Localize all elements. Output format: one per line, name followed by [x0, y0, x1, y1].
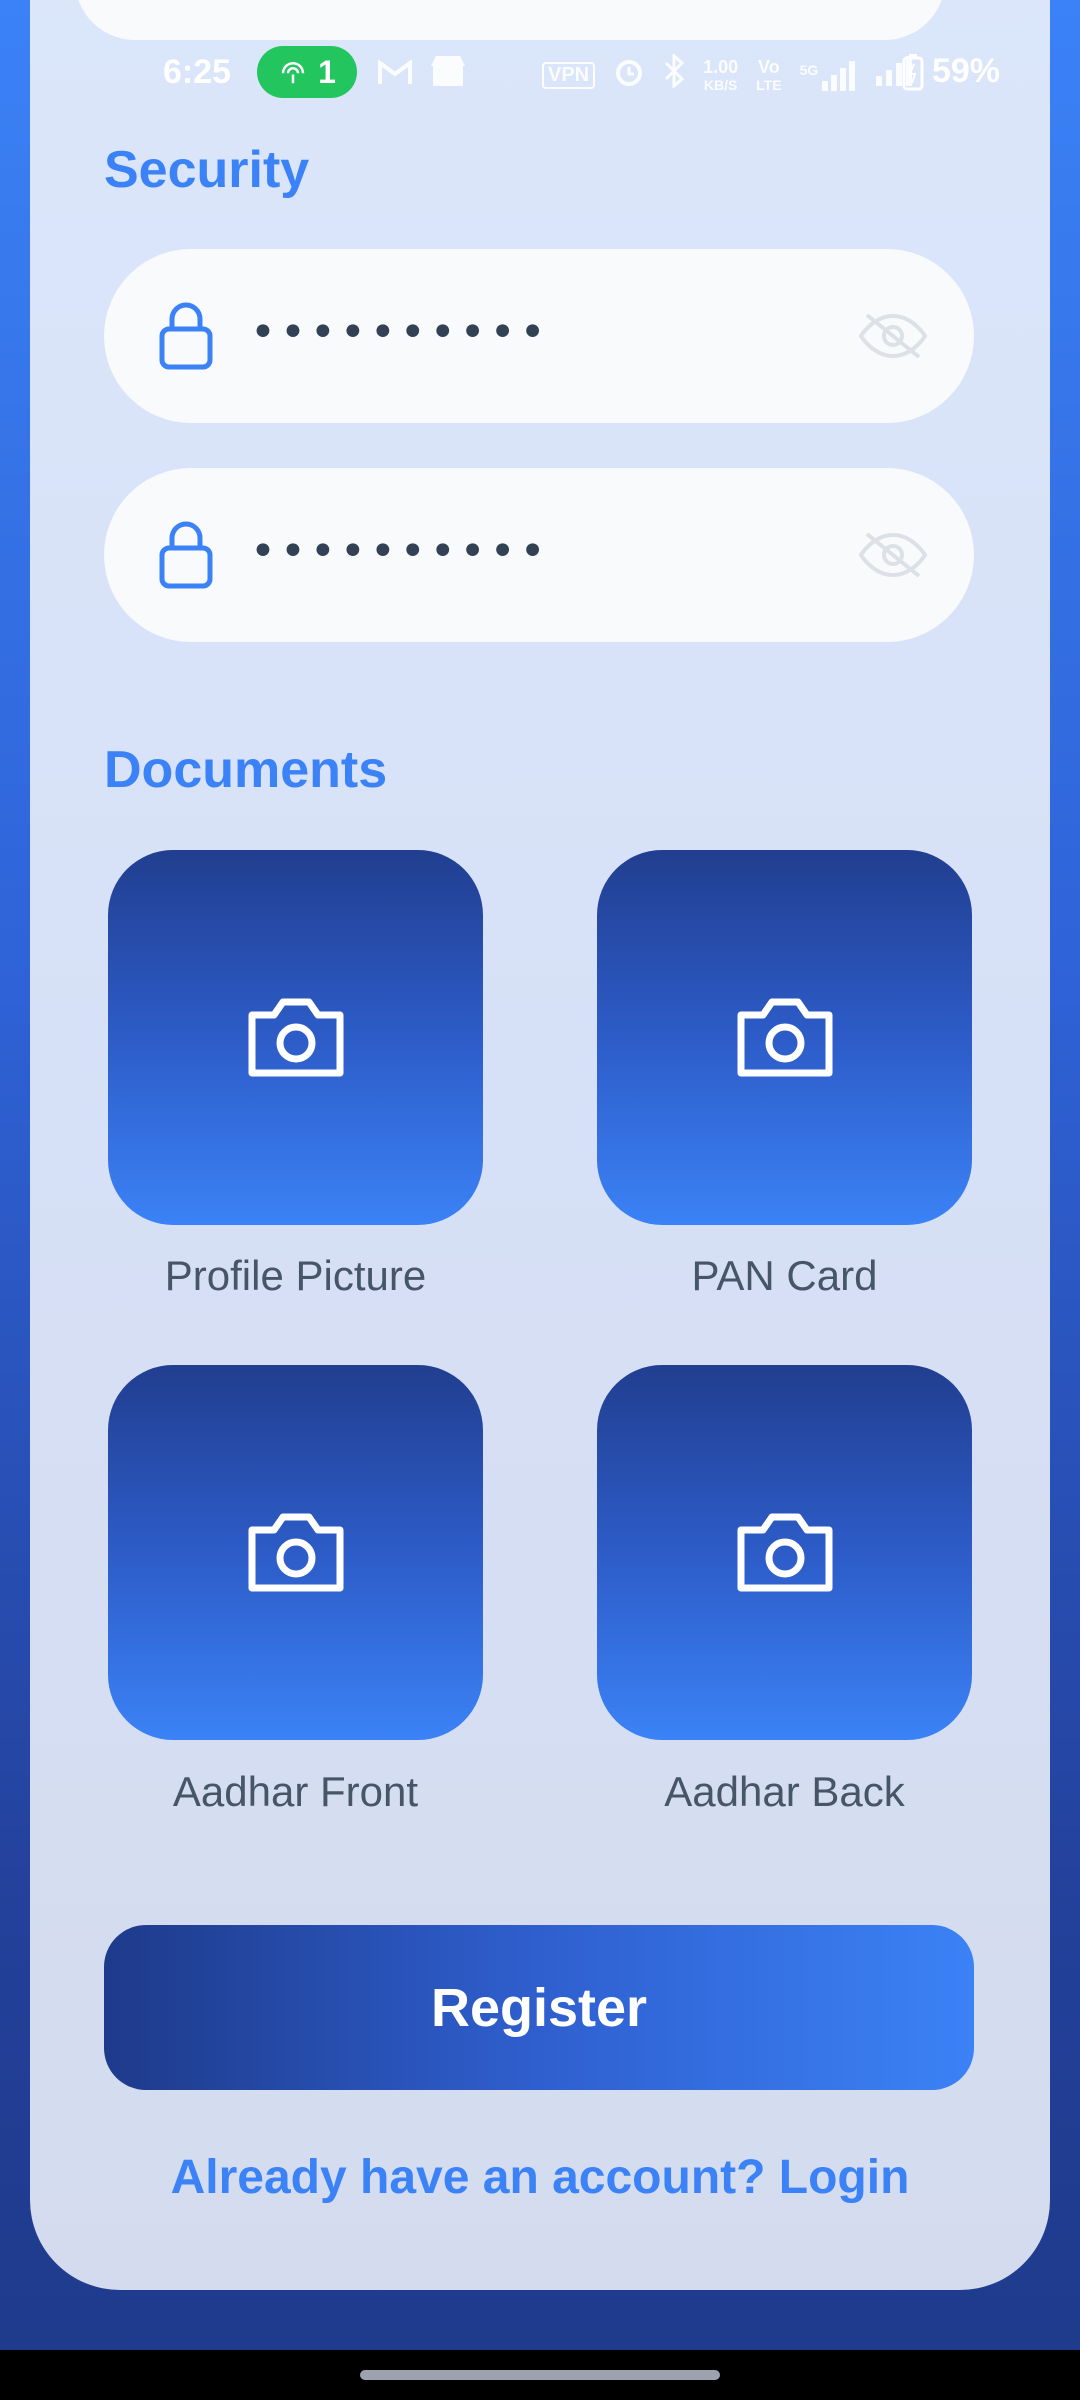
- network-speed: 1.00 KB/S: [703, 56, 739, 93]
- status-time: 6:25: [163, 53, 232, 91]
- signal-5g-icon: 5G: [800, 60, 857, 91]
- aadhar-front-upload[interactable]: [108, 1365, 483, 1740]
- shop-icon: [430, 54, 466, 97]
- confirm-password-value: ••••••••••: [250, 526, 550, 577]
- camera-icon: [248, 998, 343, 1076]
- camera-icon: [248, 1513, 343, 1591]
- security-heading: Security: [104, 141, 310, 199]
- tile-label: PAN Card: [691, 1252, 878, 1299]
- previous-input-field[interactable]: [75, 0, 945, 40]
- bluetooth-icon: [663, 52, 685, 97]
- camera-icon: [737, 1513, 832, 1591]
- password-field[interactable]: ••••••••••: [104, 249, 974, 423]
- eye-off-icon[interactable]: [857, 530, 929, 585]
- confirm-password-field[interactable]: ••••••••••: [104, 468, 974, 642]
- hotspot-count: 1: [318, 53, 336, 90]
- navigation-bar: [0, 2350, 1080, 2400]
- tile-label: Profile Picture: [164, 1252, 427, 1299]
- battery-indicator: 59%: [902, 52, 1000, 91]
- camera-icon: [737, 998, 832, 1076]
- login-link[interactable]: Already have an account? Login: [0, 2150, 1080, 2205]
- gmail-icon: [378, 56, 412, 95]
- documents-heading: Documents: [104, 741, 388, 799]
- lock-icon: [156, 518, 216, 595]
- password-value: ••••••••••: [250, 307, 550, 358]
- status-bar: 6:25 1 VPN 1.00 KB/S Vo LTE 5G 59%: [0, 40, 1080, 104]
- lock-icon: [156, 299, 216, 376]
- hotspot-icon: [281, 62, 305, 84]
- volte-indicator: Vo LTE: [756, 56, 782, 93]
- alarm-icon: [613, 55, 645, 96]
- aadhar-back-upload[interactable]: [597, 1365, 972, 1740]
- register-button[interactable]: Register: [104, 1925, 974, 2090]
- battery-icon: [902, 53, 924, 90]
- vpn-badge: VPN: [542, 62, 596, 89]
- pan-card-upload[interactable]: [597, 850, 972, 1225]
- tile-label: Aadhar Front: [172, 1768, 419, 1815]
- home-gesture-handle[interactable]: [360, 2370, 720, 2380]
- profile-picture-upload[interactable]: [108, 850, 483, 1225]
- hotspot-indicator[interactable]: 1: [257, 46, 357, 98]
- tile-label: Aadhar Back: [664, 1768, 905, 1815]
- eye-off-icon[interactable]: [857, 311, 929, 366]
